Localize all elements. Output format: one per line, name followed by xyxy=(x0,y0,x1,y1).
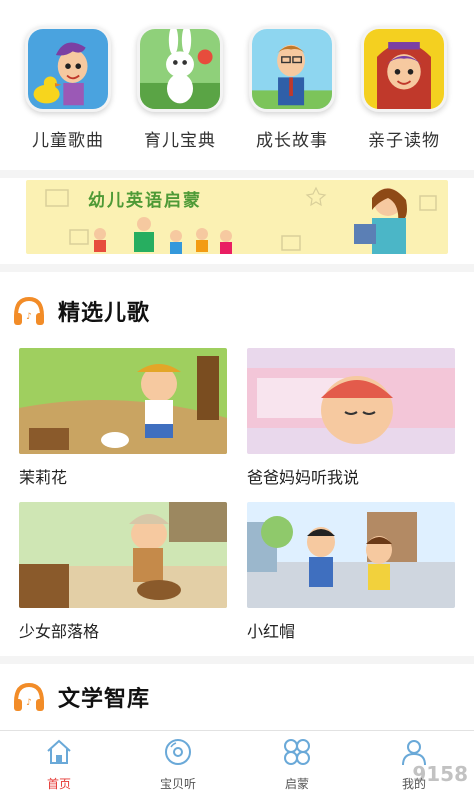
category-thumbnail xyxy=(25,26,111,112)
cartoon-rabbit-image xyxy=(140,29,220,109)
category-label: 亲子读物 xyxy=(368,131,440,151)
home-icon xyxy=(47,739,71,764)
song-cover xyxy=(19,348,227,454)
category-parent-child-reading[interactable]: 亲子读物 xyxy=(354,26,454,151)
tab-label: 启蒙 xyxy=(284,777,309,791)
tab-label: 首页 xyxy=(46,777,71,791)
section-title: 文学智库 xyxy=(58,687,151,712)
song-title: 爸爸妈妈听我说 xyxy=(247,468,360,487)
song-cover-two-boys-image xyxy=(247,502,455,608)
tab-label: 宝贝听 xyxy=(159,777,196,791)
section-header-library: ♪ 文学智库 xyxy=(12,680,150,714)
divider xyxy=(0,264,474,272)
category-label: 育儿宝典 xyxy=(144,131,216,151)
petals-icon xyxy=(284,739,310,765)
category-label: 成长故事 xyxy=(256,131,328,151)
tab-home[interactable]: 首页 xyxy=(19,737,99,792)
svg-text:♪: ♪ xyxy=(26,698,32,708)
headphones-icon: ♪ xyxy=(14,682,44,711)
tab-enlightenment[interactable]: 启蒙 xyxy=(257,737,337,792)
song-cover xyxy=(19,502,227,608)
song-cover xyxy=(247,502,455,608)
song-cover xyxy=(247,348,455,454)
song-title: 茉莉花 xyxy=(19,468,68,487)
section-header-songs: ♪ 精选儿歌 xyxy=(12,294,150,328)
watermark: 9158 xyxy=(412,762,468,786)
svg-text:♪: ♪ xyxy=(26,312,32,322)
headphones-icon: ♪ xyxy=(14,296,44,325)
category-parenting-guide[interactable]: 育儿宝典 xyxy=(130,26,230,151)
banner-title: 幼儿英语启蒙 xyxy=(88,191,202,211)
category-row: 儿童歌曲 育儿宝典 成长故事 亲子读物 xyxy=(0,26,474,166)
cartoon-kid-duck-image xyxy=(28,29,108,109)
bottom-tab-bar: 首页 宝贝听 启蒙 我的 9158 xyxy=(0,730,474,794)
song-card[interactable]: 小红帽 xyxy=(247,502,455,642)
category-thumbnail xyxy=(249,26,335,112)
category-children-songs[interactable]: 儿童歌曲 xyxy=(18,26,118,151)
category-thumbnail xyxy=(137,26,223,112)
song-card[interactable]: 爸爸妈妈听我说 xyxy=(247,348,455,488)
category-label: 儿童歌曲 xyxy=(32,131,104,151)
song-card[interactable]: 茉莉花 xyxy=(19,348,227,488)
english-enlightenment-banner[interactable]: 幼儿英语启蒙 xyxy=(26,180,448,254)
song-cover-sleeping-child-image xyxy=(247,348,455,454)
tab-baby-listen[interactable]: 宝贝听 xyxy=(138,737,218,792)
song-cover-girl-drum-image xyxy=(19,502,227,608)
cartoon-girl-costume-image xyxy=(364,29,444,109)
song-cover-boy-farm-image xyxy=(19,348,227,454)
section-title: 精选儿歌 xyxy=(58,301,151,326)
category-growth-stories[interactable]: 成长故事 xyxy=(242,26,342,151)
song-title: 小红帽 xyxy=(247,622,296,641)
disc-icon xyxy=(165,739,191,765)
song-card[interactable]: 少女部落格 xyxy=(19,502,227,642)
category-thumbnail xyxy=(361,26,447,112)
song-title: 少女部落格 xyxy=(19,622,100,641)
divider xyxy=(0,170,474,178)
cartoon-teacher-image xyxy=(252,29,332,109)
divider xyxy=(0,656,474,664)
